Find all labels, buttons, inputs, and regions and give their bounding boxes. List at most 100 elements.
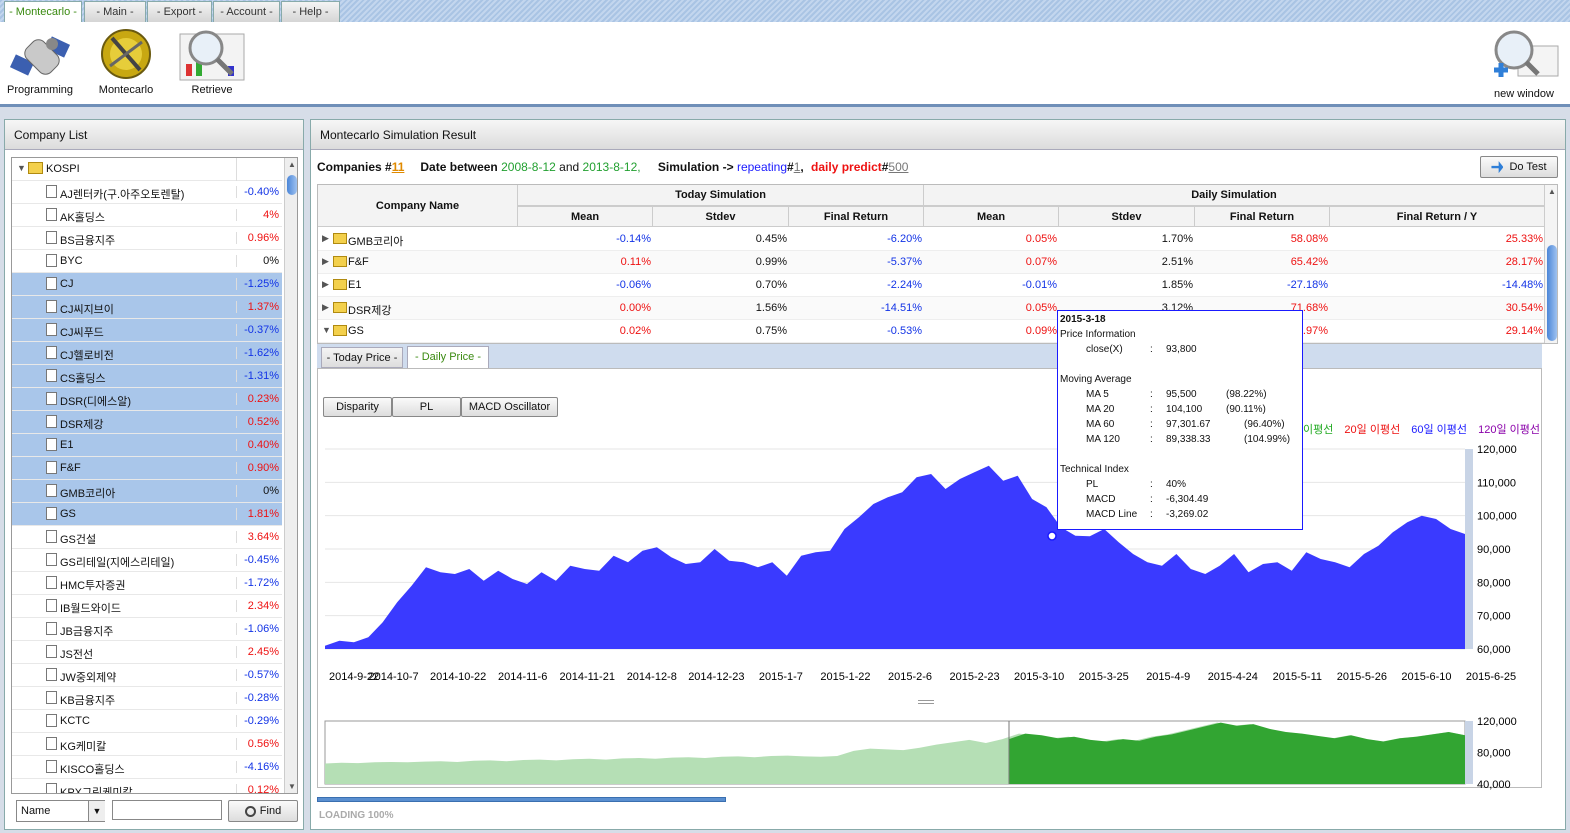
company-list-item[interactable]: HMC투자증권 -1.72% <box>12 572 282 595</box>
company-list-item[interactable]: GS 1.81% <box>12 503 282 526</box>
company-list-item[interactable]: AJ렌터카(구.아주오토렌탈) -0.40% <box>12 181 282 204</box>
legend-ma120: 120일 이평선 <box>1478 424 1540 436</box>
company-list-item[interactable]: AK홀딩스 4% <box>12 204 282 227</box>
programming-button[interactable]: Programming <box>4 26 76 96</box>
grid-scrollbar[interactable]: ▲ <box>1544 185 1557 343</box>
tab-today-price[interactable]: - Today Price - <box>321 347 403 368</box>
result-row[interactable]: ▶ E1 -0.06% 0.70% -2.24% -0.01% 1.85% -27.18% -1… <box>318 274 1544 297</box>
scroll-down-icon[interactable]: ▼ <box>288 782 296 791</box>
company-list-item[interactable]: KISCO홀딩스 -4.16% <box>12 756 282 779</box>
col-company-name[interactable]: Company Name <box>318 185 518 227</box>
col-final[interactable]: Final Return <box>789 206 924 227</box>
result-row[interactable]: ▶ DSR제강 0.00% 1.56% -14.51% 0.05% 3.12% 71.68% 3… <box>318 297 1544 320</box>
company-list-item[interactable]: KB금융지주 -0.28% <box>12 687 282 710</box>
company-name: GMB코리아 <box>60 488 116 500</box>
cell-stdev: 2.51% <box>1161 256 1193 268</box>
file-icon <box>46 737 57 750</box>
company-list-item[interactable]: GMB코리아 0% <box>12 480 282 503</box>
tree-root-label: KOSPI <box>46 163 80 175</box>
scroll-up-icon[interactable]: ▲ <box>1548 187 1556 196</box>
company-list-item[interactable]: JS전선 2.45% <box>12 641 282 664</box>
file-icon <box>46 461 57 474</box>
expand-arrow-icon[interactable]: ▼ <box>17 163 26 173</box>
company-list-item[interactable]: GS건설 3.64% <box>12 526 282 549</box>
company-list-item[interactable]: KCTC -0.29% <box>12 710 282 733</box>
scroll-up-icon[interactable]: ▲ <box>288 160 296 169</box>
expand-arrow-icon[interactable]: ▼ <box>322 325 331 335</box>
do-test-button[interactable]: Do Test <box>1480 156 1558 178</box>
company-list-item[interactable]: CS홀딩스 -1.31% <box>12 365 282 388</box>
cell-stdev: 1.85% <box>1161 279 1193 291</box>
company-list-item[interactable]: CJ씨푸드 -0.37% <box>12 319 282 342</box>
retrieve-button[interactable]: Retrieve <box>175 26 249 96</box>
tooltip-close-value: 93,800 <box>1166 344 1197 355</box>
col-final[interactable]: Final Return <box>1195 206 1330 227</box>
company-list-item[interactable]: KPX그린케미칼 0.12% <box>12 779 282 793</box>
company-list-item[interactable]: IB월드와이드 2.34% <box>12 595 282 618</box>
find-button[interactable]: Find <box>228 800 298 822</box>
result-row[interactable]: ▶ F&F 0.11% 0.99% -5.37% 0.07% 2.51% 65.42% 28.1… <box>318 251 1544 274</box>
company-list-item[interactable]: BS금융지주 0.96% <box>12 227 282 250</box>
col-final_y[interactable]: Final Return / Y <box>1330 206 1545 227</box>
collapse-arrow-icon[interactable]: ▶ <box>322 279 329 290</box>
collapse-arrow-icon[interactable]: ▶ <box>322 302 329 313</box>
simulation-result-panel: Montecarlo Simulation Result Companies #… <box>310 119 1566 830</box>
menu-tab-export[interactable]: - Export - <box>147 1 212 22</box>
montecarlo-button[interactable]: Montecarlo <box>92 26 160 96</box>
menu-tab-help[interactable]: - Help - <box>281 1 340 22</box>
company-list-item[interactable]: GS리테일(지에스리테일) -0.45% <box>12 549 282 572</box>
company-change-pct: 3.64% <box>236 531 282 543</box>
tooltip-ti-value: -3,269.02 <box>1166 509 1209 520</box>
chevron-down-icon[interactable]: ▼ <box>88 801 105 821</box>
company-list-item[interactable]: CJ헬로비전 -1.62% <box>12 342 282 365</box>
macd-oscillator-button[interactable]: MACD Oscillator <box>461 397 558 417</box>
grid-scroll-thumb[interactable] <box>1547 245 1557 341</box>
result-row[interactable]: ▼GS0.02%0.75%-0.53%0.09%2.84%67.97%29.14… <box>318 320 1544 343</box>
company-list-item[interactable]: BYC 0% <box>12 250 282 273</box>
company-list-item[interactable]: DSR(디에스알) 0.23% <box>12 388 282 411</box>
collapse-arrow-icon[interactable]: ▶ <box>322 233 329 244</box>
file-icon <box>46 438 57 451</box>
satellite-icon <box>9 36 71 76</box>
col-stdev[interactable]: Stdev <box>653 206 789 227</box>
company-list-item[interactable]: KG케미칼 0.56% <box>12 733 282 756</box>
new-window-button[interactable]: new window <box>1482 26 1566 100</box>
menu-tab-main[interactable]: - Main - <box>84 1 146 22</box>
tooltip-date: 2015-3-18 <box>1060 314 1106 325</box>
tree-scrollbar[interactable]: ▲ ▼ <box>284 158 297 793</box>
company-name: CJ헬로비전 <box>60 350 114 362</box>
col-mean[interactable]: Mean <box>518 206 653 227</box>
company-list-item[interactable]: CJ씨지브이 1.37% <box>12 296 282 319</box>
company-name: CJ씨지브이 <box>60 304 114 316</box>
result-row[interactable]: ▶ GMB코리아 -0.14% 0.45% -6.20% 0.05% 1.70% 58.08%… <box>318 228 1544 251</box>
tree-scroll-thumb[interactable] <box>287 175 297 195</box>
search-input[interactable] <box>112 800 222 820</box>
collapse-arrow-icon[interactable]: ▶ <box>322 256 329 267</box>
company-list-item[interactable]: F&F 0.90% <box>12 457 282 480</box>
folder-icon <box>333 302 347 313</box>
disparity-button[interactable]: Disparity <box>323 397 392 417</box>
group-daily-simulation: Daily Simulation <box>924 185 1544 206</box>
company-name: AJ렌터카(구.아주오토렌탈) <box>60 189 185 201</box>
search-select-value: Name <box>21 805 51 817</box>
company-list-item[interactable]: JW중외제약 -0.57% <box>12 664 282 687</box>
splitter-handle[interactable] <box>918 700 934 704</box>
search-field-select[interactable]: Name ▼ <box>16 800 105 822</box>
col-stdev[interactable]: Stdev <box>1059 206 1195 227</box>
daily-predict-value[interactable]: 500 <box>888 160 908 174</box>
companies-count[interactable]: 11 <box>392 160 405 174</box>
group-today-simulation: Today Simulation <box>518 185 924 206</box>
company-list-item[interactable]: DSR제강 0.52% <box>12 411 282 434</box>
company-list-item[interactable]: JB금융지주 -1.06% <box>12 618 282 641</box>
pl-button[interactable]: PL <box>392 397 461 417</box>
company-list-item[interactable]: CJ -1.25% <box>12 273 282 296</box>
tree-root[interactable]: ▼ KOSPI <box>12 158 282 181</box>
file-icon <box>46 323 57 336</box>
menu-tab-account[interactable]: - Account - <box>213 1 280 22</box>
company-list-item[interactable]: E1 0.40% <box>12 434 282 457</box>
col-mean[interactable]: Mean <box>924 206 1059 227</box>
tab-daily-price[interactable]: - Daily Price - <box>407 346 489 368</box>
repeating-value[interactable]: 1 <box>794 160 801 174</box>
menu-tab-montecarlo[interactable]: - Montecarlo - <box>4 1 82 23</box>
file-icon <box>46 484 57 497</box>
